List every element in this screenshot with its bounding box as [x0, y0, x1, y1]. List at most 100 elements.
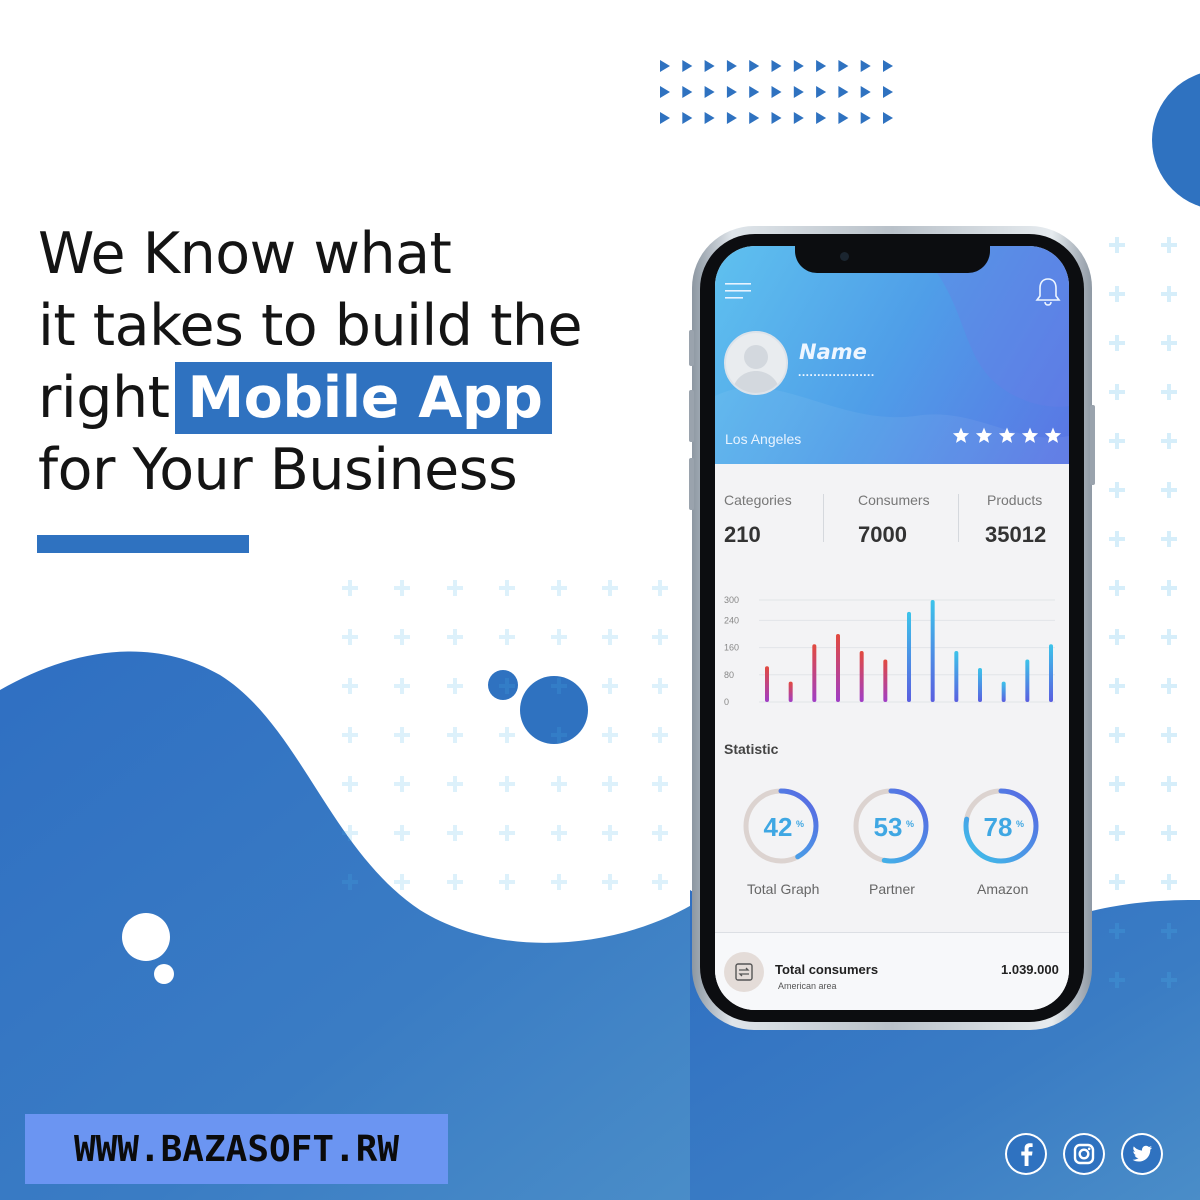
- avatar[interactable]: [724, 331, 788, 395]
- facebook-icon[interactable]: [1005, 1133, 1047, 1175]
- arrow-mark: [704, 112, 715, 124]
- plus-mark: [499, 825, 515, 841]
- plus-mark: [1109, 433, 1125, 449]
- headline-line-3: right Mobile App: [38, 362, 582, 434]
- plus-mark: [499, 776, 515, 792]
- arrow-mark: [771, 60, 782, 72]
- phone-power-button: [1090, 405, 1095, 485]
- arrow-mark: [860, 60, 871, 72]
- stat-divider: [958, 494, 959, 542]
- plus-mark: [1161, 580, 1177, 596]
- plus-mark: [1161, 286, 1177, 302]
- y-tick-label: 160: [724, 643, 739, 653]
- plus-mark: [1109, 678, 1125, 694]
- plus-mark: [447, 776, 463, 792]
- y-tick-label: 240: [724, 615, 739, 625]
- chart-bar: [812, 644, 817, 702]
- stat-label-categories: Categories: [724, 492, 792, 508]
- arrow-mark: [771, 86, 782, 98]
- plus-mark: [602, 727, 618, 743]
- arrow-mark: [682, 112, 693, 124]
- arrow-mark: [726, 112, 737, 124]
- plus-mark: [394, 580, 410, 596]
- ring-value: 42: [764, 812, 793, 842]
- top-right-circle: [1152, 73, 1200, 207]
- plus-mark: [447, 629, 463, 645]
- plus-mark: [342, 580, 358, 596]
- plus-mark: [1161, 237, 1177, 253]
- ring-label-partner: Partner: [869, 881, 915, 897]
- arrow-pattern: [660, 60, 893, 124]
- plus-mark: [1161, 629, 1177, 645]
- star-icon: [1021, 427, 1039, 443]
- star-icon: [952, 427, 970, 443]
- menu-icon[interactable]: [725, 280, 753, 307]
- instagram-icon[interactable]: [1063, 1133, 1105, 1175]
- headline-highlight: Mobile App: [175, 362, 553, 434]
- plus-mark: [1161, 727, 1177, 743]
- plus-mark: [394, 874, 410, 890]
- plus-mark: [1161, 335, 1177, 351]
- plus-mark: [652, 874, 668, 890]
- stat-label-products: Products: [987, 492, 1043, 508]
- twitter-icon[interactable]: [1121, 1133, 1163, 1175]
- stat-divider: [823, 494, 824, 542]
- arrow-mark: [883, 60, 893, 72]
- plus-mark: [1161, 482, 1177, 498]
- stat-value-categories: 210: [724, 522, 761, 547]
- y-tick-label: 80: [724, 670, 734, 680]
- y-tick-label: 300: [724, 595, 739, 605]
- total-amount: 1.039.000: [1001, 962, 1059, 977]
- plus-mark: [1161, 874, 1177, 890]
- total-subtitle: American area: [778, 981, 837, 991]
- plus-mark: [1161, 825, 1177, 841]
- star-icon: [1044, 427, 1062, 443]
- arrow-mark: [860, 86, 871, 98]
- plus-mark: [652, 580, 668, 596]
- plus-mark: [499, 580, 515, 596]
- plus-mark: [447, 825, 463, 841]
- plus-mark: [394, 776, 410, 792]
- chart-bar: [859, 651, 864, 702]
- plus-mark: [499, 874, 515, 890]
- plus-mark: [499, 629, 515, 645]
- ring-unit: %: [1016, 819, 1024, 829]
- phone-notch: [795, 246, 990, 273]
- plus-mark: [447, 678, 463, 694]
- plus-mark: [652, 776, 668, 792]
- website-link[interactable]: WWW.BAZASOFT.RW: [25, 1114, 448, 1184]
- bar-chart: 300 240 160 80 0: [724, 595, 1055, 707]
- plus-mark: [602, 825, 618, 841]
- camera-icon: [840, 252, 849, 261]
- plus-mark: [394, 629, 410, 645]
- arrow-mark: [793, 86, 804, 98]
- plus-mark: [652, 678, 668, 694]
- bell-icon[interactable]: [1034, 276, 1062, 313]
- ring-value: 78: [984, 812, 1013, 842]
- chart-bar: [930, 600, 935, 702]
- plus-mark: [447, 727, 463, 743]
- chart-bar: [907, 611, 911, 702]
- plus-mark: [602, 629, 618, 645]
- profile-name: Name: [799, 340, 867, 364]
- plus-mark: [551, 580, 567, 596]
- refresh-icon: [724, 952, 764, 992]
- plus-mark: [447, 580, 463, 596]
- total-title: Total consumers: [775, 962, 879, 977]
- plus-mark: [394, 825, 410, 841]
- plus-mark: [1161, 531, 1177, 547]
- plus-mark: [1109, 482, 1125, 498]
- plus-mark: [447, 874, 463, 890]
- plus-mark: [652, 629, 668, 645]
- plus-mark: [499, 727, 515, 743]
- plus-mark: [1109, 335, 1125, 351]
- plus-mark: [342, 629, 358, 645]
- arrow-mark: [682, 86, 693, 98]
- plus-mark: [551, 629, 567, 645]
- plus-mark: [394, 678, 410, 694]
- headline-line-1: We Know what: [38, 221, 452, 287]
- arrow-mark: [838, 112, 849, 124]
- profile-location: Los Angeles: [725, 431, 802, 447]
- plus-mark: [1109, 874, 1125, 890]
- arrow-mark: [749, 86, 760, 98]
